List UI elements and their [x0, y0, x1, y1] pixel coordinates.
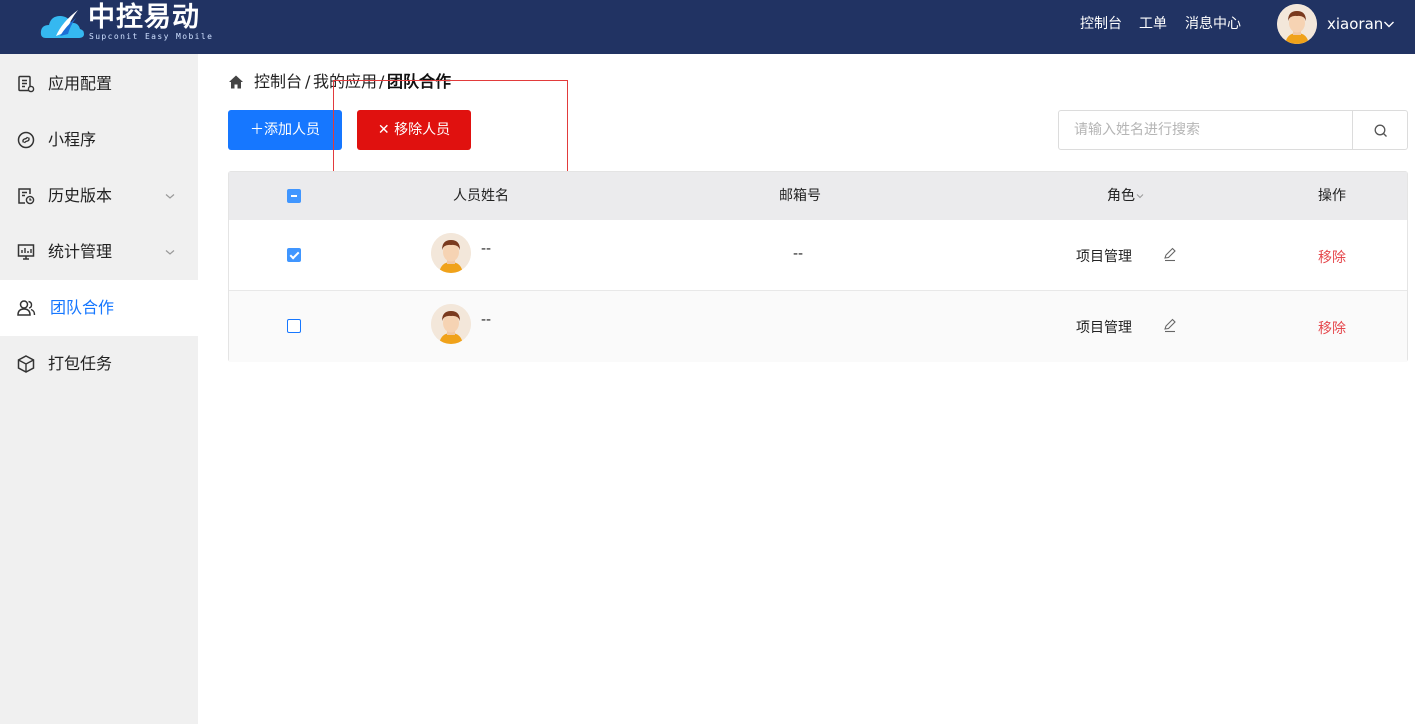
member-avatar [431, 304, 471, 344]
user-avatar [1277, 4, 1317, 44]
plus-icon: ＋ [250, 122, 264, 138]
search-button[interactable] [1352, 110, 1408, 150]
logo-cloud-icon [40, 10, 84, 38]
sidebar-item-team[interactable]: 团队合作 [0, 280, 198, 336]
avatar-face-icon [431, 233, 471, 273]
logo-title: 中控易动 [88, 2, 200, 33]
table-row: -- 项目管理 移除 [229, 291, 1407, 362]
add-member-button[interactable]: ＋添加人员 [228, 110, 342, 150]
chevron-down-icon [165, 250, 175, 255]
nav-ticket[interactable]: 工单 [1139, 0, 1167, 48]
member-table: 人员姓名 邮箱号 角色 操作 -- -- 项目管理 移除 -- 项目管理 移除 [228, 171, 1408, 362]
row-checkbox[interactable] [287, 319, 301, 333]
chevron-down-icon [1384, 21, 1394, 28]
chevron-down-icon [1136, 194, 1144, 199]
column-header-role-label: 角色 [1107, 188, 1135, 204]
top-header: 中控易动 Supconit Easy Mobile 控制台 工单 消息中心 xi… [0, 0, 1415, 54]
breadcrumb-my-apps[interactable]: 我的应用 [313, 70, 377, 94]
avatar-face-icon [1277, 4, 1317, 44]
sidebar-item-label: 小程序 [48, 130, 97, 149]
table-header: 人员姓名 邮箱号 角色 操作 [229, 172, 1407, 220]
history-icon [18, 188, 35, 205]
sidebar-item-statistics[interactable]: 统计管理 [0, 224, 198, 280]
breadcrumb-separator: / [379, 72, 385, 91]
sidebar-item-mini-program[interactable]: 小程序 [0, 112, 198, 168]
sidebar-item-label: 打包任务 [48, 354, 113, 373]
avatar-face-icon [431, 304, 471, 344]
member-avatar [431, 233, 471, 273]
user-name: xiaoran [1327, 15, 1384, 33]
column-header-action: 操作 [1318, 188, 1346, 204]
member-role: 项目管理 [1076, 249, 1132, 265]
mini-program-icon [17, 131, 35, 149]
edit-icon[interactable] [1162, 246, 1178, 262]
sidebar-item-label: 统计管理 [48, 242, 113, 261]
sidebar-item-package[interactable]: 打包任务 [0, 336, 198, 392]
app-config-icon [18, 75, 35, 93]
remove-link[interactable]: 移除 [1318, 318, 1346, 338]
sidebar-item-history[interactable]: 历史版本 [0, 168, 198, 224]
logo[interactable]: 中控易动 Supconit Easy Mobile [40, 2, 220, 48]
search-input[interactable] [1058, 110, 1353, 150]
statistics-icon [17, 244, 35, 260]
edit-icon[interactable] [1162, 317, 1178, 333]
member-name: -- [481, 241, 492, 257]
team-icon [17, 300, 36, 316]
package-icon [17, 355, 35, 373]
breadcrumb-separator: / [305, 72, 311, 91]
remove-link[interactable]: 移除 [1318, 247, 1346, 267]
remove-member-button[interactable]: ✕ 移除人员 [357, 110, 471, 150]
add-member-label: 添加人员 [264, 122, 320, 138]
nav-console[interactable]: 控制台 [1080, 0, 1122, 48]
sidebar-item-label: 历史版本 [48, 186, 113, 205]
member-email: -- [793, 246, 804, 262]
breadcrumb-console[interactable]: 控制台 [254, 70, 302, 94]
home-icon[interactable] [228, 74, 244, 90]
remove-member-label: 移除人员 [394, 122, 451, 138]
member-name: -- [481, 312, 492, 328]
logo-subtitle: Supconit Easy Mobile [89, 32, 214, 41]
select-all-checkbox[interactable] [287, 189, 301, 203]
column-header-name: 人员姓名 [453, 188, 509, 204]
row-checkbox[interactable] [287, 248, 301, 262]
breadcrumb-current: 团队合作 [387, 72, 452, 91]
sidebar: 应用配置 小程序 历史版本 统计管理 团队合作 打包任务 [0, 54, 198, 724]
nav-messages[interactable]: 消息中心 [1185, 0, 1241, 48]
chevron-down-icon [165, 194, 175, 199]
member-role: 项目管理 [1076, 320, 1132, 336]
close-icon: ✕ [377, 122, 395, 138]
column-header-role[interactable]: 角色 [1107, 172, 1145, 220]
table-row: -- -- 项目管理 移除 [229, 220, 1407, 291]
column-header-email: 邮箱号 [779, 188, 821, 204]
search-icon [1374, 124, 1387, 137]
sidebar-item-app-config[interactable]: 应用配置 [0, 56, 198, 112]
sidebar-item-label: 应用配置 [48, 74, 113, 93]
sidebar-item-label: 团队合作 [50, 298, 115, 317]
